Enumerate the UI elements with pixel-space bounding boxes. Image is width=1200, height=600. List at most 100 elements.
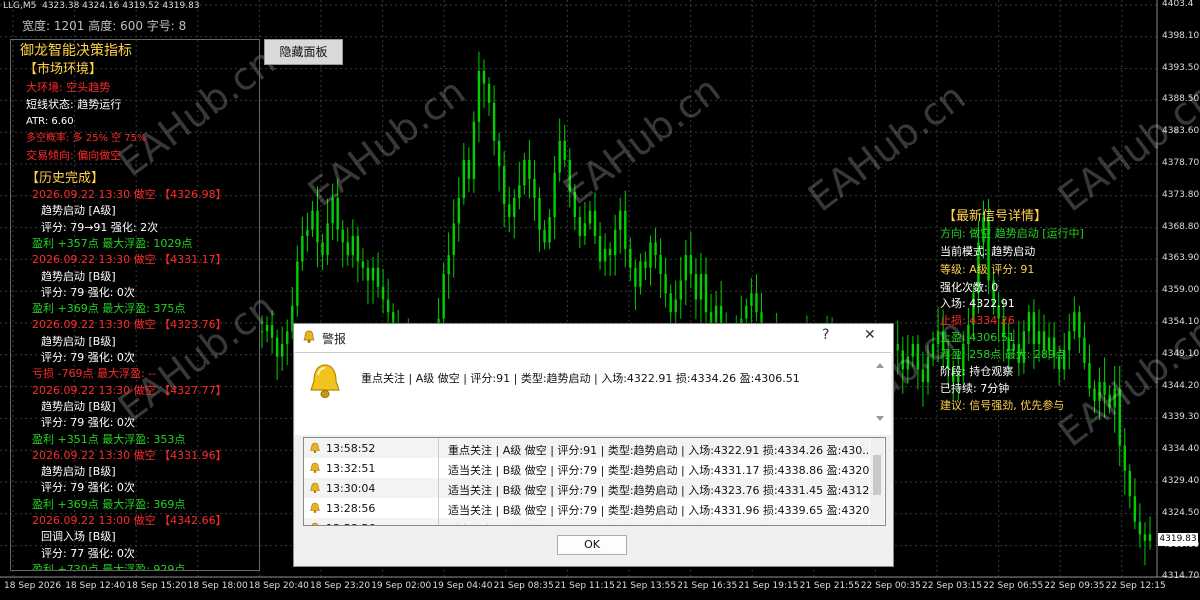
candle-body bbox=[639, 261, 642, 287]
alert-row[interactable]: 13:58:56 适当关注 | B级 做空 | 评分:77 | 类型:回调入场 |… bbox=[304, 518, 880, 525]
history-entry-head: 2026.09.22 13:30 做空 【4331.96】 bbox=[32, 448, 227, 462]
alert-message-text: 重点关注 | A级 做空 | 评分:91 | 类型:趋势启动 | 入场:4322… bbox=[361, 372, 800, 385]
time-axis-label: 21 Sep 08:35 bbox=[493, 581, 554, 591]
alert-row-text: 适当关注 | B级 做空 | 评分:77 | 类型:回调入场 | 入场:4342… bbox=[448, 522, 880, 525]
candle-body bbox=[296, 261, 299, 306]
candle-body bbox=[578, 216, 582, 237]
time-axis-label: 21 Sep 21:55 bbox=[799, 581, 860, 591]
candle-body bbox=[704, 274, 708, 313]
candle-body bbox=[689, 255, 693, 275]
help-button[interactable]: ? bbox=[822, 327, 829, 343]
ok-button[interactable]: OK bbox=[557, 535, 627, 555]
candle-body bbox=[1027, 312, 1031, 332]
candle-body bbox=[654, 242, 657, 256]
price-axis-label: 4398.10 bbox=[1162, 30, 1200, 41]
history-entry-result: 盈利 +357点 最大浮盈: 1029点 bbox=[32, 236, 193, 250]
candle-body bbox=[1037, 331, 1041, 344]
signal-grade: 等级: A级 评分: 91 bbox=[940, 263, 1035, 276]
time-axis-label: 22 Sep 03:15 bbox=[922, 581, 983, 591]
candle-body bbox=[376, 267, 380, 287]
alert-row[interactable]: 13:30:04 适当关注 | B级 做空 | 评分:79 | 类型:趋势启动 |… bbox=[304, 478, 880, 498]
price-axis-label: 4403.4 bbox=[1162, 0, 1194, 9]
candle-body bbox=[497, 140, 501, 167]
dialog-title: 警报 bbox=[322, 332, 347, 346]
message-scrollbar[interactable] bbox=[873, 358, 887, 428]
time-axis-label: 22 Sep 06:55 bbox=[983, 581, 1044, 591]
price-axis-label: 4329.40 bbox=[1162, 476, 1200, 486]
bell-icon bbox=[311, 522, 319, 525]
history-entry-result: 亏损 -769点 最大浮盈: -- bbox=[32, 367, 157, 381]
candle-body bbox=[452, 223, 455, 256]
alert-row[interactable]: 13:32:51 适当关注 | B级 做空 | 评分:79 | 类型:趋势启动 |… bbox=[304, 458, 880, 478]
candle-body bbox=[502, 166, 506, 205]
candle-body bbox=[301, 236, 304, 262]
history-entry-head: 2026.09.22 13:30 做空 【4327.77】 bbox=[32, 383, 227, 397]
candle-body bbox=[523, 159, 526, 186]
price-axis-label: 4368.80 bbox=[1162, 221, 1200, 232]
ohlc-values: 4323.38 4324.16 4319.52 4319.83 bbox=[42, 1, 200, 11]
candle-body bbox=[311, 210, 314, 230]
history-entry-head: 2026.09.22 13:30 做空 【4326.98】 bbox=[32, 188, 227, 201]
candle-body bbox=[679, 280, 682, 300]
price-axis-label: 4324.50 bbox=[1162, 507, 1200, 518]
history-entry-type: 趋势启动 [B级] bbox=[41, 269, 116, 283]
candle-body bbox=[513, 197, 516, 217]
history-entry-result: 盈利 +351点 最大浮盈: 353点 bbox=[32, 432, 186, 446]
history-entry-score: 评分: 79→91 强化: 2次 bbox=[41, 220, 159, 234]
history-header: 【历史完成】 bbox=[26, 171, 105, 186]
candle-body bbox=[1068, 331, 1071, 351]
time-axis-label: 22 Sep 12:15 bbox=[1105, 581, 1166, 591]
price-axis-label: 4339.30 bbox=[1162, 412, 1200, 423]
signal-float: 浮盈: 258点 最大: 289点 bbox=[940, 348, 1066, 361]
candle-body bbox=[326, 223, 329, 256]
chart-header: LLG,M5 4323.38 4324.16 4319.52 4319.83 bbox=[3, 1, 200, 11]
time-axis-label: 18 Sep 2026 bbox=[4, 581, 62, 591]
price-axis-label: 4393.50 bbox=[1162, 62, 1200, 73]
candle-body bbox=[593, 210, 597, 237]
atr-value: ATR: 6.60 bbox=[26, 116, 74, 127]
dialog-titlebar[interactable]: 警报 ? ✕ bbox=[294, 324, 893, 352]
history-entry-result: 盈利 +730点 最大浮盈: 929点 bbox=[32, 562, 186, 571]
candle-body bbox=[659, 255, 662, 275]
trade-bias: 交易倾向: 偏向做空 bbox=[26, 149, 122, 162]
history-entry-result: 盈利 +369点 最大浮盈: 375点 bbox=[32, 302, 186, 316]
history-entry-type: 趋势启动 [B级] bbox=[41, 399, 116, 413]
candle-body bbox=[543, 229, 546, 243]
list-scroll-thumb[interactable] bbox=[873, 455, 881, 495]
time-axis-label: 21 Sep 16:35 bbox=[677, 581, 738, 591]
bell-icon bbox=[310, 482, 320, 493]
time-axis-label: 19 Sep 04:40 bbox=[432, 581, 493, 591]
list-scrollbar[interactable] bbox=[870, 438, 884, 525]
hide-panel-button[interactable]: 隐藏面板 bbox=[264, 39, 343, 65]
candle-body bbox=[280, 343, 284, 357]
time-axis-label: 21 Sep 11:15 bbox=[554, 581, 615, 591]
candle-body bbox=[442, 274, 445, 319]
candle-body bbox=[619, 210, 622, 230]
candle-body bbox=[603, 248, 607, 262]
candle-body bbox=[508, 204, 511, 217]
time-axis-label: 19 Sep 02:00 bbox=[371, 581, 432, 591]
history-entry-head: 2026.09.22 13:30 做空 【4331.17】 bbox=[32, 253, 227, 267]
candle-body bbox=[286, 331, 289, 344]
candle-body bbox=[613, 229, 617, 256]
history-entry-head: 2026.09.22 13:00 做空 【4342.66】 bbox=[32, 514, 227, 527]
alert-row-time: 13:58:56 bbox=[326, 522, 375, 525]
history-entry-type: 趋势启动 [A级] bbox=[41, 204, 116, 218]
candle-body bbox=[750, 293, 753, 306]
candle-body bbox=[1073, 312, 1076, 332]
candle-body bbox=[624, 210, 627, 249]
alert-row[interactable]: 13:58:52 重点关注 | A级 做空 | 评分:91 | 类型:趋势启动 |… bbox=[304, 438, 873, 458]
alert-row[interactable]: 13:28:56 适当关注 | B级 做空 | 评分:79 | 类型:趋势启动 |… bbox=[304, 498, 880, 518]
candle-body bbox=[381, 286, 385, 300]
candle-body bbox=[644, 261, 647, 268]
close-button[interactable]: ✕ bbox=[864, 327, 876, 343]
price-axis-label: 4373.80 bbox=[1162, 189, 1200, 200]
candle-body bbox=[477, 71, 481, 122]
alert-row-time: 13:28:56 bbox=[326, 502, 376, 515]
alert-row-text: 适当关注 | B级 做空 | 评分:79 | 类型:趋势启动 | 入场:4323… bbox=[448, 484, 880, 497]
candle-body bbox=[346, 242, 349, 256]
alert-row-time: 13:32:51 bbox=[326, 462, 376, 475]
signal-take: 止盈: 4306.51 bbox=[940, 331, 1015, 344]
alert-row-time: 13:30:04 bbox=[326, 482, 376, 495]
candle-body bbox=[321, 242, 324, 256]
